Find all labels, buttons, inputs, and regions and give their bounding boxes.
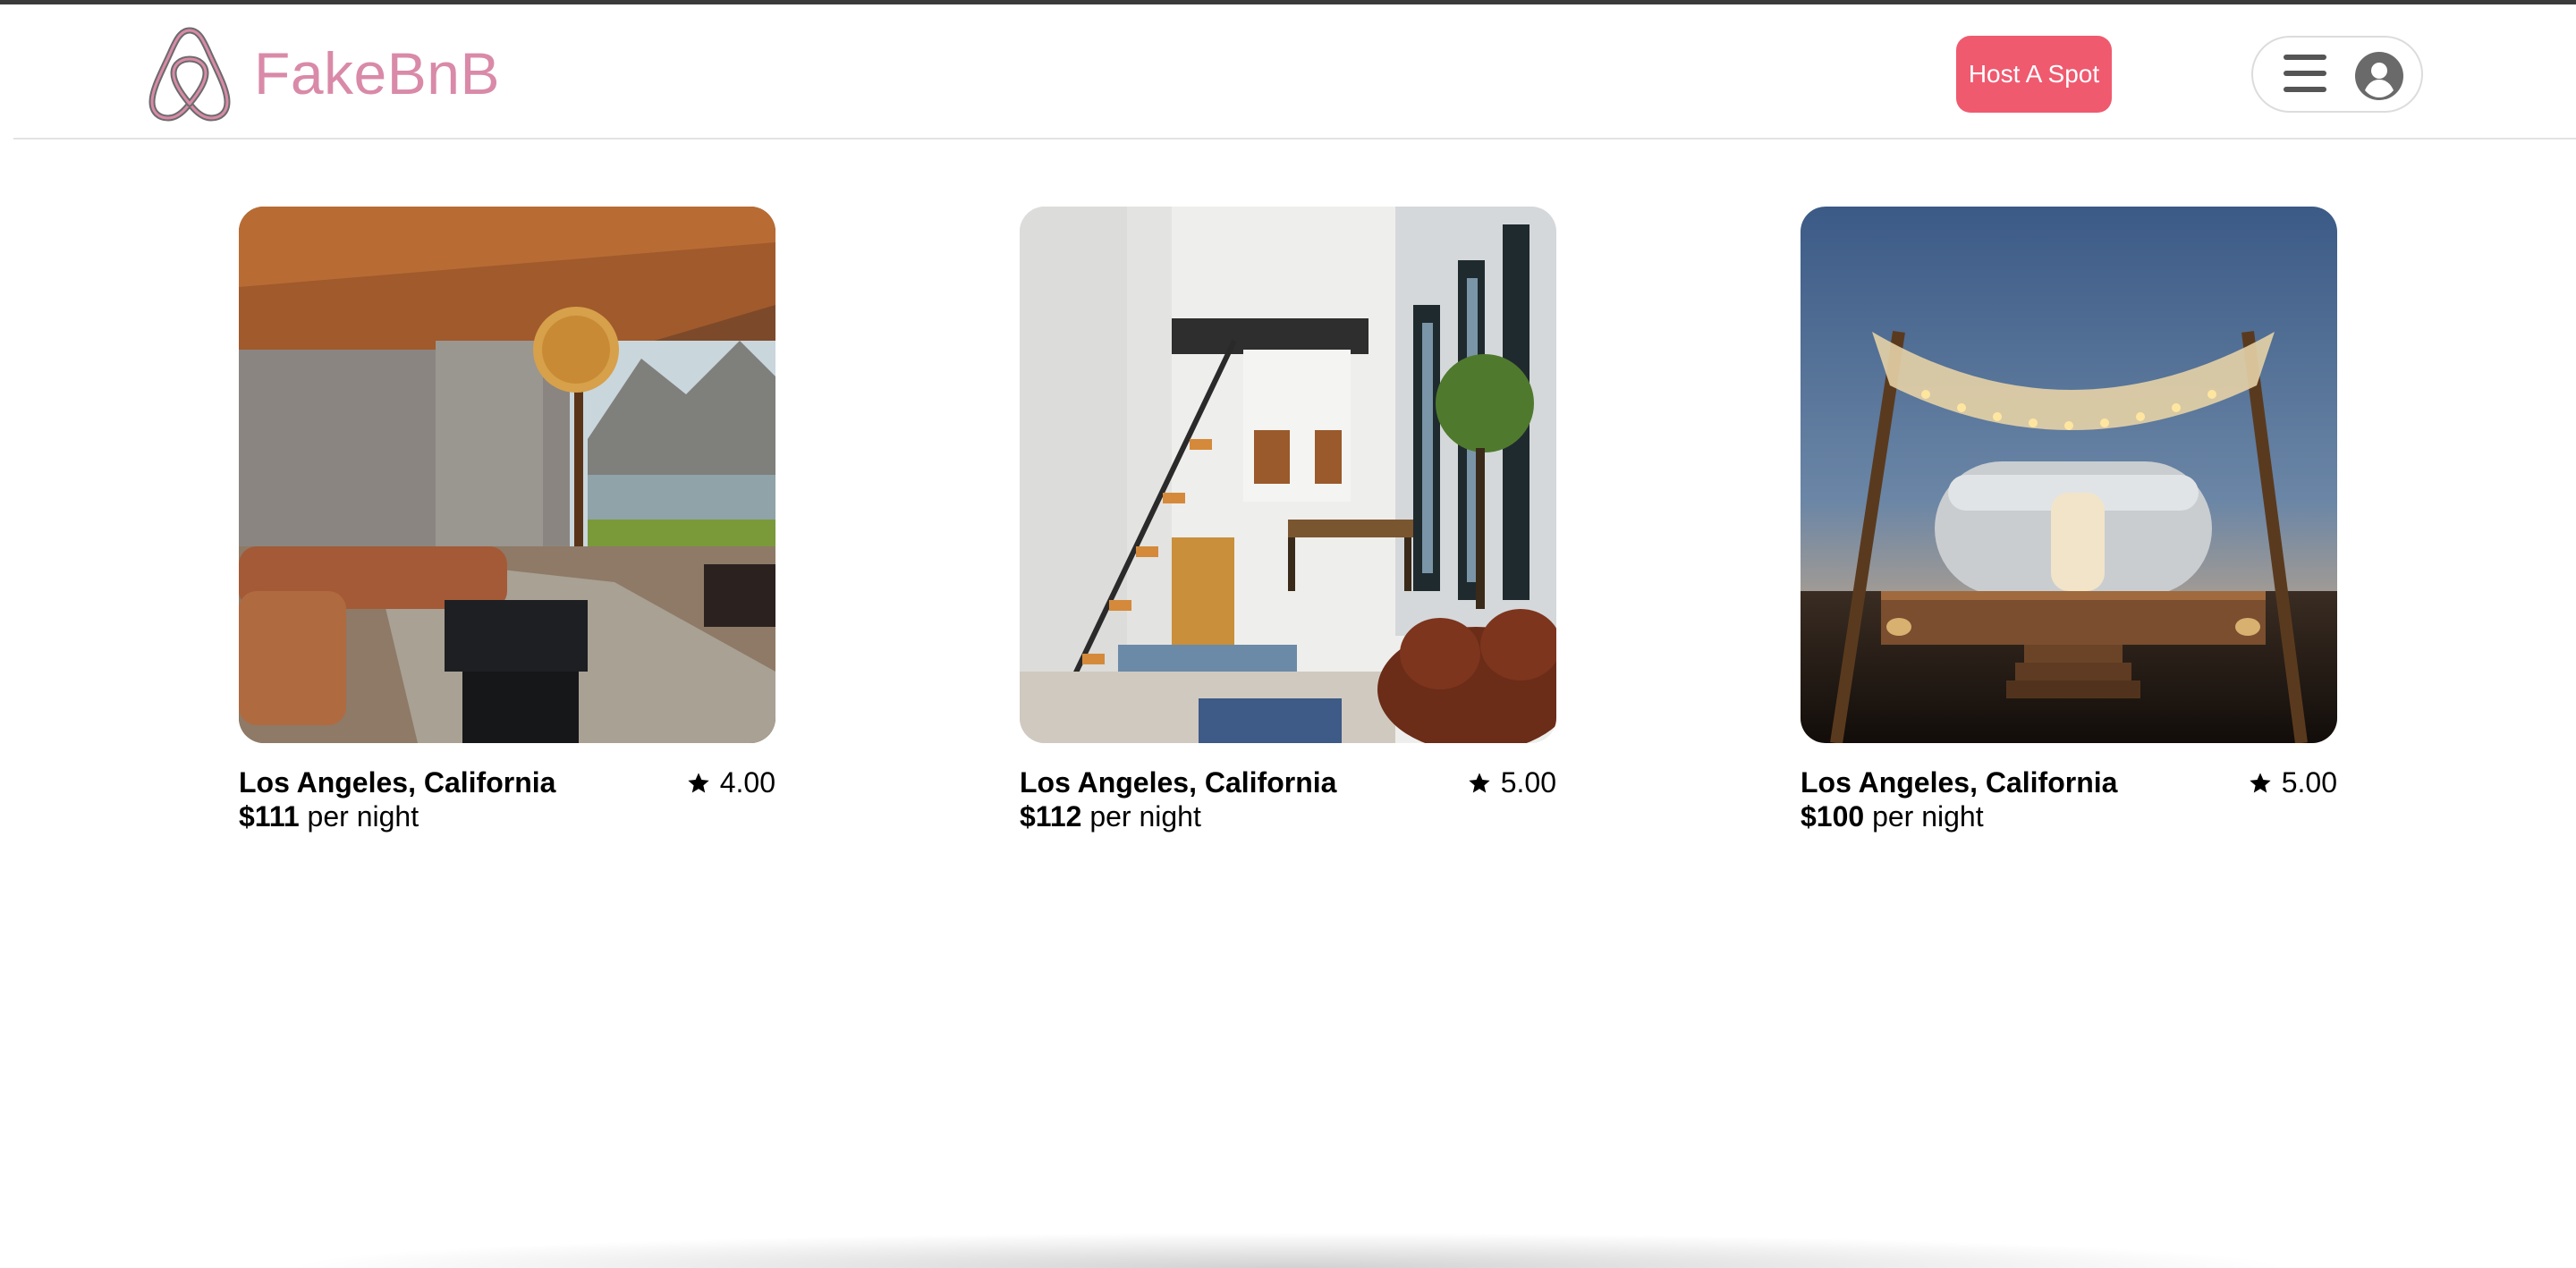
listing-details: Los Angeles, California 4.00 $111 per ni… — [239, 766, 775, 838]
rating-value: 4.00 — [719, 766, 775, 799]
price-suffix: per night — [1872, 800, 1984, 833]
home-logo-link[interactable]: FakeBnB — [145, 25, 500, 122]
price-suffix: per night — [1089, 800, 1201, 833]
listing-photo[interactable] — [239, 207, 775, 743]
hamburger-icon — [2284, 55, 2326, 94]
listing-details: Los Angeles, California 5.00 $100 per ni… — [1801, 766, 2337, 838]
footer-shadow — [277, 1232, 2299, 1268]
listing-card[interactable]: Los Angeles, California 5.00 $100 per ni… — [1801, 207, 2337, 838]
listing-photo[interactable] — [1020, 207, 1556, 743]
listing-location: Los Angeles, California — [239, 766, 556, 799]
price-amount: $111 — [239, 800, 300, 833]
listing-card[interactable]: Los Angeles, California 4.00 $111 per ni… — [239, 207, 775, 838]
listing-photo[interactable] — [1801, 207, 2337, 743]
brand-name: FakeBnB — [254, 40, 500, 106]
listing-card[interactable]: Los Angeles, California 5.00 $112 per ni… — [1020, 207, 1556, 838]
rating-value: 5.00 — [2281, 766, 2337, 799]
listing-rating: 5.00 — [1467, 766, 1556, 799]
rating-value: 5.00 — [1500, 766, 1556, 799]
listing-location: Los Angeles, California — [1801, 766, 2118, 799]
listing-price: $112 per night — [1020, 800, 1201, 833]
listings-grid: Los Angeles, California 4.00 $111 per ni… — [0, 0, 2576, 1268]
host-a-spot-button[interactable]: Host A Spot — [1956, 36, 2112, 113]
star-icon — [688, 772, 709, 792]
listing-details: Los Angeles, California 5.00 $112 per ni… — [1020, 766, 1556, 838]
listing-location: Los Angeles, California — [1020, 766, 1337, 799]
profile-menu-button[interactable] — [2251, 36, 2423, 113]
airbnb-logo-icon — [148, 27, 231, 122]
price-suffix: per night — [307, 800, 419, 833]
user-circle-icon — [2355, 52, 2403, 100]
site-header: FakeBnB Host A Spot — [13, 4, 2576, 139]
star-icon — [2250, 772, 2271, 792]
listing-rating: 4.00 — [686, 766, 775, 799]
star-icon — [1469, 772, 1490, 792]
price-amount: $100 — [1801, 800, 1865, 833]
price-amount: $112 — [1020, 800, 1082, 833]
listing-price: $100 per night — [1801, 800, 1984, 833]
listing-rating: 5.00 — [2248, 766, 2337, 799]
listing-price: $111 per night — [239, 800, 419, 833]
